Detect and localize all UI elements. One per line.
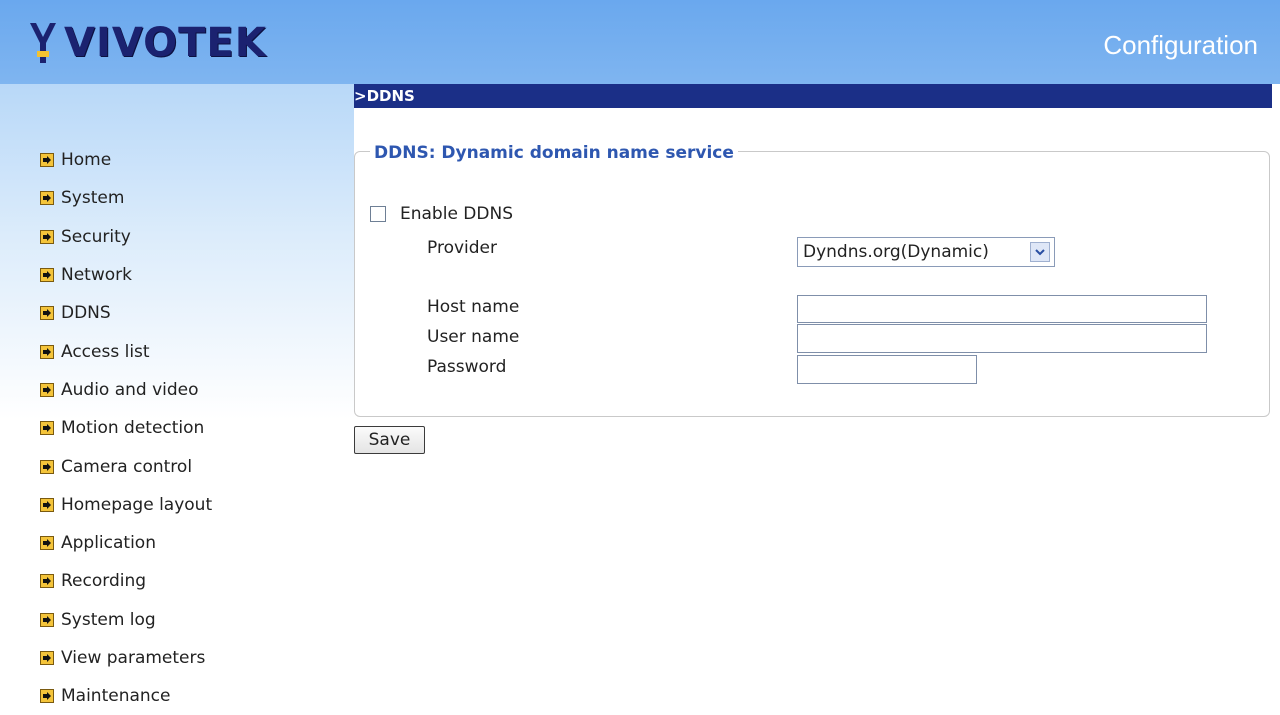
- logo-text: VIVOTEK: [64, 20, 267, 66]
- sidebar: Home System Security Network DDNS Access…: [0, 84, 354, 706]
- sidebar-item-audio-and-video[interactable]: Audio and video: [40, 371, 212, 409]
- sidebar-item-camera-control[interactable]: Camera control: [40, 447, 212, 485]
- arrow-bullet-icon: [40, 306, 54, 321]
- enable-ddns-checkbox[interactable]: [370, 206, 386, 222]
- password-input[interactable]: [797, 355, 977, 384]
- enable-ddns-label: Enable DDNS: [400, 204, 513, 224]
- fieldset-legend: DDNS: Dynamic domain name service: [370, 143, 738, 163]
- vivotek-logo: VIVOTEK: [28, 18, 267, 68]
- sidebar-item-label: Access list: [61, 341, 150, 362]
- sidebar-item-label: Home: [61, 150, 112, 171]
- sidebar-item-label: Maintenance: [61, 686, 171, 707]
- save-button[interactable]: Save: [354, 426, 425, 454]
- header-bar: VIVOTEK Configuration: [0, 0, 1280, 84]
- arrow-bullet-icon: [40, 421, 54, 436]
- provider-select[interactable]: Dyndns.org(Dynamic): [797, 237, 1055, 267]
- user-name-label: User name: [427, 327, 520, 347]
- chevron-down-icon[interactable]: [1030, 242, 1050, 262]
- sidebar-item-label: View parameters: [61, 648, 206, 668]
- sidebar-item-network[interactable]: Network: [40, 256, 212, 294]
- sidebar-nav: Home System Security Network DDNS Access…: [40, 141, 212, 715]
- sidebar-item-maintenance[interactable]: Maintenance: [40, 677, 212, 715]
- sidebar-item-label: Network: [61, 265, 132, 286]
- sidebar-item-label: Recording: [61, 571, 147, 592]
- sidebar-item-label: Camera control: [61, 456, 193, 477]
- provider-selected-value: Dyndns.org(Dynamic): [803, 242, 989, 262]
- arrow-bullet-icon: [40, 459, 54, 474]
- user-name-input[interactable]: [797, 324, 1207, 353]
- configuration-title: Configuration: [1103, 30, 1258, 60]
- page-title-bar: >DDNS: [354, 84, 1272, 108]
- host-name-input[interactable]: [797, 295, 1207, 323]
- arrow-bullet-icon: [40, 191, 54, 206]
- sidebar-item-label: Motion detection: [61, 418, 205, 439]
- arrow-bullet-icon: [40, 268, 54, 283]
- sidebar-item-label: Security: [61, 226, 131, 247]
- arrow-bullet-icon: [40, 229, 54, 244]
- arrow-bullet-icon: [40, 344, 54, 359]
- sidebar-item-label: System: [61, 188, 125, 209]
- logo-mark-icon: [30, 23, 56, 63]
- sidebar-item-security[interactable]: Security: [40, 218, 212, 256]
- arrow-bullet-icon: [40, 382, 54, 397]
- sidebar-item-label: System log: [61, 609, 156, 630]
- sidebar-item-label: Homepage layout: [61, 494, 213, 515]
- sidebar-item-home[interactable]: Home: [40, 141, 212, 179]
- sidebar-item-application[interactable]: Application: [40, 524, 212, 562]
- arrow-bullet-icon: [40, 574, 54, 589]
- sidebar-item-view-parameters[interactable]: View parameters: [40, 639, 212, 677]
- password-label: Password: [427, 357, 507, 377]
- arrow-bullet-icon: [40, 536, 54, 551]
- sidebar-item-motion-detection[interactable]: Motion detection: [40, 409, 212, 447]
- arrow-bullet-icon: [40, 497, 54, 512]
- host-name-label: Host name: [427, 297, 520, 317]
- sidebar-item-ddns[interactable]: DDNS: [40, 294, 212, 332]
- sidebar-item-system[interactable]: System: [40, 179, 212, 217]
- sidebar-item-system-log[interactable]: System log: [40, 601, 212, 639]
- arrow-bullet-icon: [40, 612, 54, 627]
- sidebar-item-recording[interactable]: Recording: [40, 562, 212, 600]
- sidebar-item-label: DDNS: [61, 303, 111, 324]
- sidebar-item-homepage-layout[interactable]: Homepage layout: [40, 486, 212, 524]
- provider-label: Provider: [427, 238, 497, 258]
- sidebar-item-label: Application: [61, 533, 156, 554]
- page-title: >DDNS: [354, 87, 415, 105]
- arrow-bullet-icon: [40, 689, 54, 704]
- arrow-bullet-icon: [40, 153, 54, 168]
- arrow-bullet-icon: [40, 651, 54, 665]
- sidebar-item-label: Audio and video: [61, 379, 199, 400]
- sidebar-item-access-list[interactable]: Access list: [40, 332, 212, 370]
